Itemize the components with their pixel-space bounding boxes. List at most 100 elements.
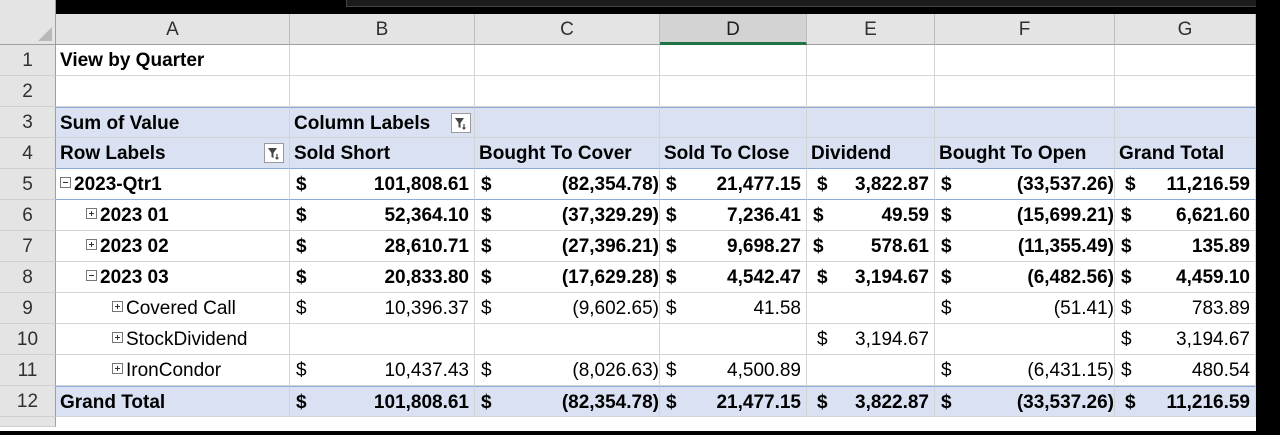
empty-cell[interactable] — [475, 45, 660, 76]
row-header-7[interactable]: 7 — [0, 231, 56, 262]
column-header-f[interactable]: F — [935, 14, 1115, 45]
value-cell[interactable]: $ (17,629.28) — [475, 262, 660, 293]
column-header-a[interactable]: A — [56, 14, 290, 45]
formula-bar[interactable] — [346, 0, 1280, 7]
value-cell[interactable]: $11,216.59 — [1115, 169, 1256, 200]
empty-cell[interactable] — [1115, 45, 1256, 76]
select-all-corner[interactable] — [0, 0, 56, 45]
column-header-label-1[interactable]: Sold Short — [290, 138, 475, 169]
value-cell[interactable] — [475, 324, 660, 355]
value-cell[interactable] — [290, 324, 475, 355]
row-header-2[interactable]: 2 — [0, 76, 56, 107]
value-cell[interactable]: $28,610.71 — [290, 231, 475, 262]
value-cell[interactable] — [935, 324, 1115, 355]
column-header-c[interactable]: C — [475, 14, 660, 45]
expand-icon[interactable] — [112, 332, 123, 344]
empty-cell[interactable] — [475, 76, 660, 107]
empty-cell[interactable] — [660, 76, 807, 107]
value-cell[interactable]: $ (8,026.63) — [475, 355, 660, 386]
value-cell[interactable]: $49.59 — [807, 200, 935, 231]
value-cell[interactable]: $ (51.41) — [935, 293, 1115, 324]
value-cell[interactable]: $10,396.37 — [290, 293, 475, 324]
empty-cell[interactable] — [1115, 76, 1256, 107]
value-cell[interactable] — [660, 324, 807, 355]
value-cell[interactable]: $ (11,355.49) — [935, 231, 1115, 262]
empty-cell[interactable] — [807, 45, 935, 76]
value-cell[interactable]: $4,459.10 — [1115, 262, 1256, 293]
row-header-10[interactable]: 10 — [0, 324, 56, 355]
value-cell[interactable]: $3,194.67 — [1115, 324, 1256, 355]
row-header-5[interactable]: 5 — [0, 169, 56, 200]
row-header-12[interactable]: 12 — [0, 386, 56, 417]
column-header-b[interactable]: B — [290, 14, 475, 45]
column-header-label-3[interactable]: Sold To Close — [660, 138, 807, 169]
row-labels-header[interactable]: Row Labels — [56, 138, 290, 169]
column-header-label-4[interactable]: Dividend — [807, 138, 935, 169]
value-cell[interactable]: $ (82,354.78) — [475, 169, 660, 200]
row-labels-filter-icon[interactable] — [264, 143, 284, 163]
column-header-g[interactable]: G — [1115, 14, 1256, 45]
value-cell[interactable]: $41.58 — [660, 293, 807, 324]
header-fill-cell[interactable] — [807, 107, 935, 138]
value-cell[interactable]: $4,542.47 — [660, 262, 807, 293]
row-label-cell[interactable]: Covered Call — [56, 293, 290, 324]
row-header-4[interactable]: 4 — [0, 138, 56, 169]
expand-icon[interactable] — [112, 301, 123, 313]
empty-cell[interactable] — [290, 76, 475, 107]
row-label-cell[interactable]: StockDividend — [56, 324, 290, 355]
empty-cell[interactable] — [290, 45, 475, 76]
row-header-9[interactable]: 9 — [0, 293, 56, 324]
empty-cell[interactable] — [935, 76, 1115, 107]
expand-icon[interactable] — [112, 363, 123, 375]
row-header-1[interactable]: 1 — [0, 45, 56, 76]
row-header-11[interactable]: 11 — [0, 355, 56, 386]
row-header-3[interactable]: 3 — [0, 107, 56, 138]
value-cell[interactable]: $ (6,431.15) — [935, 355, 1115, 386]
value-cell[interactable]: $ (82,354.78) — [475, 386, 660, 417]
value-cell[interactable] — [807, 355, 935, 386]
value-cell[interactable]: $3,822.87 — [807, 169, 935, 200]
empty-cell[interactable] — [660, 45, 807, 76]
header-fill-cell[interactable] — [660, 107, 807, 138]
row-label-cell[interactable]: 2023 01 — [56, 200, 290, 231]
value-cell[interactable]: $783.89 — [1115, 293, 1256, 324]
value-cell[interactable]: $9,698.27 — [660, 231, 807, 262]
row-label-cell[interactable]: 2023 03 — [56, 262, 290, 293]
column-header-e[interactable]: E — [807, 14, 935, 45]
column-header-label-5[interactable]: Bought To Open — [935, 138, 1115, 169]
pivot-title[interactable]: View by Quarter — [56, 45, 290, 76]
column-labels-filter-icon[interactable] — [451, 113, 471, 133]
value-cell[interactable]: $4,500.89 — [660, 355, 807, 386]
value-cell[interactable] — [807, 293, 935, 324]
value-cell[interactable]: $ (33,537.26) — [935, 386, 1115, 417]
collapse-icon[interactable] — [60, 177, 71, 189]
empty-cell[interactable] — [56, 76, 290, 107]
row-header-6[interactable]: 6 — [0, 200, 56, 231]
value-cell[interactable]: $20,833.80 — [290, 262, 475, 293]
value-cell[interactable]: $ (15,699.21) — [935, 200, 1115, 231]
column-labels-header[interactable]: Column Labels — [290, 107, 475, 138]
empty-cell[interactable] — [807, 76, 935, 107]
header-fill-cell[interactable] — [1115, 107, 1256, 138]
value-cell[interactable]: $ (27,396.21) — [475, 231, 660, 262]
value-cell[interactable]: $135.89 — [1115, 231, 1256, 262]
value-cell[interactable]: $101,808.61 — [290, 169, 475, 200]
value-cell[interactable]: $3,822.87 — [807, 386, 935, 417]
value-cell[interactable]: $3,194.67 — [807, 262, 935, 293]
row-header-13-partial[interactable] — [0, 417, 56, 427]
value-cell[interactable]: $ (9,602.65) — [475, 293, 660, 324]
value-cell[interactable]: $101,808.61 — [290, 386, 475, 417]
value-cell[interactable]: $ (37,329.29) — [475, 200, 660, 231]
header-fill-cell[interactable] — [935, 107, 1115, 138]
value-cell[interactable]: $ (33,537.26) — [935, 169, 1115, 200]
row-label-cell[interactable]: IronCondor — [56, 355, 290, 386]
grand-total-label[interactable]: Grand Total — [56, 386, 290, 417]
column-header-d[interactable]: D — [660, 14, 807, 45]
value-cell[interactable]: $ (6,482.56) — [935, 262, 1115, 293]
value-cell[interactable]: $52,364.10 — [290, 200, 475, 231]
header-fill-cell[interactable] — [475, 107, 660, 138]
value-cell[interactable]: $578.61 — [807, 231, 935, 262]
row-header-8[interactable]: 8 — [0, 262, 56, 293]
value-cell[interactable]: $21,477.15 — [660, 386, 807, 417]
value-cell[interactable]: $21,477.15 — [660, 169, 807, 200]
